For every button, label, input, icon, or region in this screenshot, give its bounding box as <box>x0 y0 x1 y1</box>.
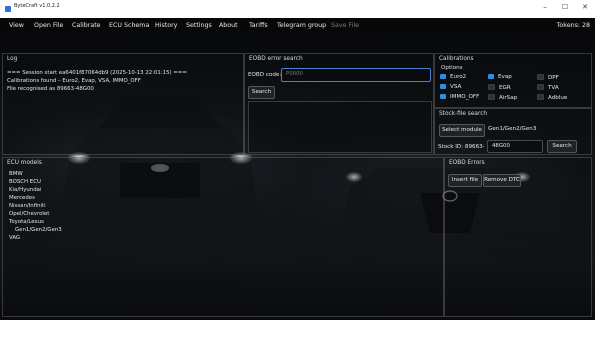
select-module-button[interactable]: Select module <box>439 124 485 137</box>
checkbox-egr[interactable]: EGR <box>488 84 511 91</box>
eobd-errors-title: EOBD Errors <box>449 160 485 166</box>
window-title: ByteCraft v1.0.2.2 <box>14 3 60 9</box>
ecu-model-item[interactable]: Mercedes <box>9 195 35 201</box>
menu-about[interactable]: About <box>219 22 238 29</box>
checkbox-dpf[interactable]: DPF <box>537 74 559 81</box>
insert-file-button[interactable]: Insert file <box>448 174 482 187</box>
remove-dtc-button[interactable]: Remove DTC <box>483 174 521 187</box>
close-icon[interactable]: ✕ <box>578 3 592 11</box>
stock-id-label: Stock ID: 89663- <box>438 144 485 150</box>
maximize-icon[interactable]: ☐ <box>558 3 572 11</box>
menu-open-file[interactable]: Open File <box>34 22 63 29</box>
eobd-search-button[interactable]: Search <box>248 86 275 99</box>
stock-id-value: 48G00 <box>492 143 510 149</box>
checkbox-airsap[interactable]: AirSap <box>488 94 517 101</box>
eobd-code-placeholder: P0000 <box>286 71 303 77</box>
ecu-model-item[interactable]: Nissan/Infiniti <box>9 203 46 209</box>
menu-ecu-schema[interactable]: ECU Schema <box>109 22 149 29</box>
title-bar: ByteCraft v1.0.2.2 – ☐ ✕ <box>0 0 595 18</box>
ecu-model-item[interactable]: Toyota/Lexus <box>9 219 44 225</box>
eobd-search-results <box>248 101 432 153</box>
stock-search-button[interactable]: Search <box>547 140 577 153</box>
eobd-search-title: EOBD error search <box>249 56 303 62</box>
menu-tariffs[interactable]: Tariffs <box>249 22 268 29</box>
selected-module-label: Gen1/Gen2/Gen3 <box>488 126 537 132</box>
eobd-errors-panel: EOBD Errors Insert file Remove DTC <box>444 157 592 317</box>
menu-settings[interactable]: Settings <box>186 22 212 29</box>
app-icon <box>5 6 11 12</box>
ecu-model-item[interactable]: BOSCH ECU <box>9 179 41 185</box>
ecu-model-item[interactable]: VAG <box>9 235 20 241</box>
checkbox-evap[interactable]: Evap <box>488 74 512 80</box>
checkbox-euro2[interactable]: Euro2 <box>440 74 466 80</box>
minimize-icon[interactable]: – <box>538 3 552 11</box>
checkbox-adblue[interactable]: Adblue <box>537 94 567 101</box>
checkbox-tva[interactable]: TVA <box>537 84 559 91</box>
stock-search-panel: Stock-file search Select module Gen1/Gen… <box>434 108 592 155</box>
ecu-models-title: ECU models <box>7 160 42 166</box>
ecu-models-panel: ECU models <box>2 157 444 317</box>
menu-history[interactable]: History <box>155 22 177 29</box>
ecu-model-item[interactable]: Opel/Chevrolet <box>9 211 49 217</box>
menu-telegram-group[interactable]: Telegram group <box>277 22 326 29</box>
options-label: Options <box>441 65 463 71</box>
log-line: === Session start ea6401f87064db9 (2025-… <box>7 70 187 76</box>
stock-id-input[interactable]: 48G00 <box>487 140 543 153</box>
menu-save-file[interactable]: Save File <box>331 22 359 29</box>
eobd-code-label: EOBD code: <box>248 72 282 78</box>
log-line: File recognised as 89663-48G00 <box>7 86 94 92</box>
calibrations-panel: Calibrations Options Euro2 Evap DPF VSA … <box>434 53 592 108</box>
calibrations-title: Calibrations <box>439 56 474 62</box>
log-title: Log <box>7 56 18 62</box>
menu-bar: View Open File Calibrate ECU Schema Hist… <box>0 18 595 34</box>
eobd-search-panel: EOBD error search EOBD code: P0000 Searc… <box>244 53 434 155</box>
log-panel: Log === Session start ea6401f87064db9 (2… <box>2 53 244 155</box>
tokens-counter: Tokens: 28 <box>556 22 590 29</box>
menu-calibrate[interactable]: Calibrate <box>72 22 101 29</box>
bottom-margin <box>0 320 595 343</box>
stock-search-title: Stock-file search <box>439 111 488 117</box>
log-line: Calibrations found – Euro2, Evap, VSA, I… <box>7 78 141 84</box>
checkbox-immo-off[interactable]: IMMO_OFF <box>440 94 479 100</box>
checkbox-vsa[interactable]: VSA <box>440 84 461 90</box>
ecu-model-item[interactable]: BMW <box>9 171 23 177</box>
menu-view[interactable]: View <box>9 22 24 29</box>
eobd-code-input[interactable]: P0000 <box>281 68 431 82</box>
ecu-model-item[interactable]: Kia/Hyundai <box>9 187 41 193</box>
ecu-model-subitem[interactable]: Gen1/Gen2/Gen3 <box>15 227 62 233</box>
